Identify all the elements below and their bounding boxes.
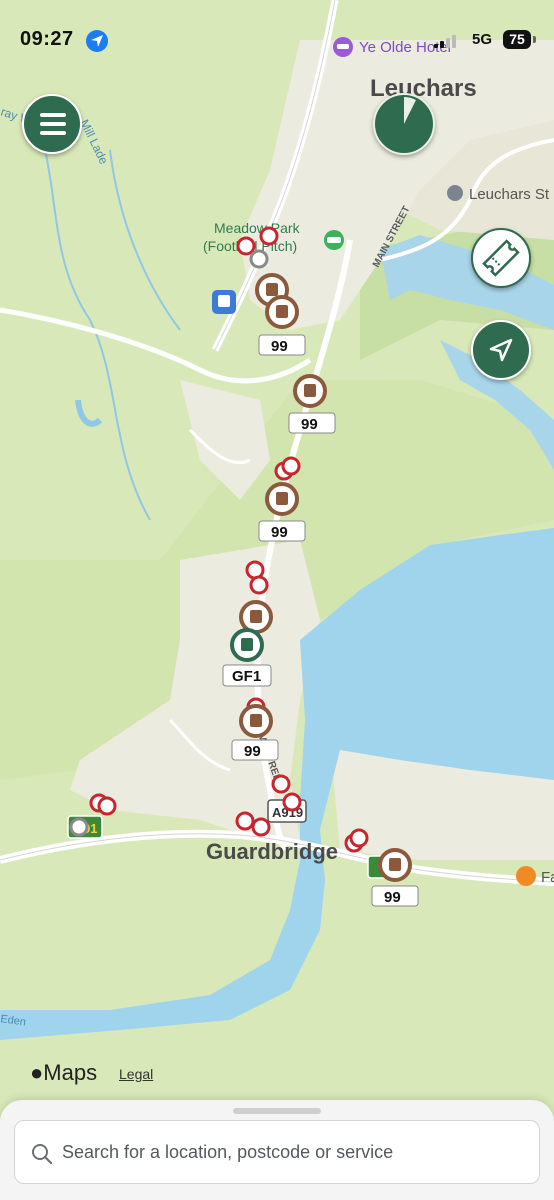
search-icon: [32, 1144, 53, 1165]
status-bar: 09:27 5G 75: [0, 0, 554, 80]
route-label-99: 99: [271, 338, 288, 355]
search-input[interactable]: [62, 1121, 522, 1183]
apple-logo-icon: ●: [30, 1060, 44, 1085]
route-label-99: 99: [271, 524, 288, 541]
status-time: 09:27: [20, 28, 74, 50]
navigation-arrow-icon: [489, 338, 513, 362]
ticket-button[interactable]: [471, 228, 531, 288]
station-stop-icon: [249, 249, 269, 269]
poi-fa: Fa: [541, 869, 554, 886]
bottom-sheet[interactable]: [0, 1100, 554, 1200]
legal-link[interactable]: Legal: [119, 1066, 153, 1082]
station-stop-icon-2: [69, 817, 89, 837]
poi-station: Leuchars St: [469, 186, 550, 203]
route-label-99: 99: [244, 743, 261, 760]
network-type: 5G: [472, 31, 493, 48]
battery-level: 75: [503, 30, 531, 49]
sheet-grabber[interactable]: [233, 1108, 321, 1114]
maps-attribution: ●Maps: [30, 1060, 98, 1085]
location-arrow-icon: [86, 30, 108, 52]
timer-icon: [404, 97, 416, 124]
map-view[interactable]: Leuchars Ye Olde Hotel Meadow Park (Foot…: [0, 0, 554, 1200]
route-label-99: 99: [301, 416, 318, 433]
hamburger-icon: [40, 113, 66, 117]
locate-me-button[interactable]: [471, 320, 531, 380]
shield-icon: [447, 185, 463, 201]
route-label-gf1: GF1: [232, 668, 261, 685]
timer-button[interactable]: [373, 93, 435, 155]
menu-button[interactable]: [22, 94, 82, 154]
place-park-line1: Meadow Park: [214, 220, 301, 236]
route-label-99: 99: [384, 889, 401, 906]
search-bar[interactable]: [14, 1120, 540, 1184]
cellular-signal-icon: [434, 34, 462, 48]
ticket-icon: [482, 239, 520, 277]
food-icon: [516, 866, 536, 886]
battery-cap: [533, 36, 536, 43]
place-village: Guardbridge: [206, 839, 338, 864]
